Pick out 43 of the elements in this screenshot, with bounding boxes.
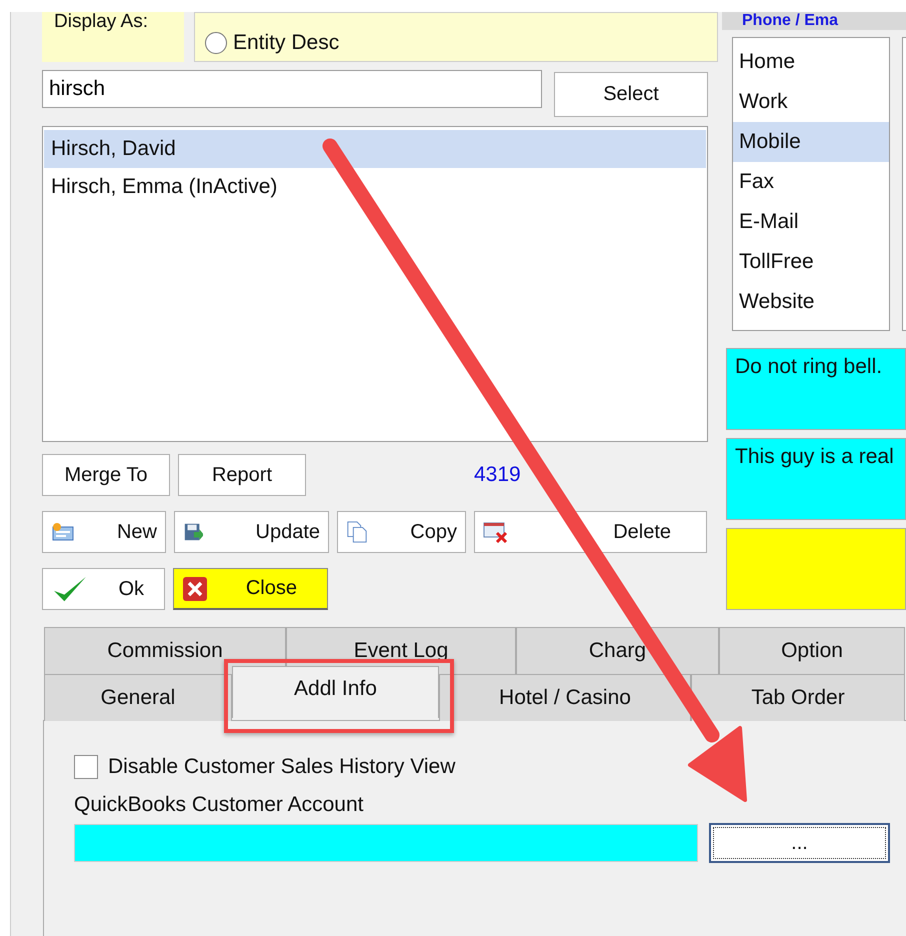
action-button[interactable]: New <box>42 511 166 553</box>
action-button[interactable]: Merge To <box>42 454 170 496</box>
list-item[interactable]: E-Mail <box>733 202 889 242</box>
note-text: This guy is a real <box>735 445 894 468</box>
select-button[interactable]: Select <box>554 72 708 117</box>
record-number: 4319 <box>474 463 521 487</box>
note-text: Do not ring bell. <box>735 355 882 378</box>
field-label: QuickBooks Customer Account <box>74 793 364 817</box>
tab[interactable]: General <box>44 674 232 721</box>
list-item[interactable]: Mobile <box>733 122 889 162</box>
list-item[interactable]: TollFree <box>733 242 889 282</box>
list-item[interactable]: Hirsch, Emma (InActive) <box>44 168 706 206</box>
browse-button[interactable]: ... <box>709 823 890 863</box>
close-icon <box>182 576 208 602</box>
tab[interactable]: Hotel / Casino <box>439 674 691 721</box>
card-icon <box>51 522 75 542</box>
action-button[interactable]: Report <box>178 454 306 496</box>
radio-label: Entity Desc <box>233 31 340 55</box>
copy-icon <box>346 520 368 544</box>
floppy-disk-icon <box>183 522 203 542</box>
checkbox[interactable] <box>74 755 98 779</box>
action-button[interactable]: Close <box>173 568 328 610</box>
list-item[interactable]: Website <box>733 282 889 322</box>
action-button[interactable]: Copy <box>337 511 466 553</box>
delete-card-icon <box>483 521 509 543</box>
radio-button[interactable] <box>205 32 227 54</box>
checkbox-label: Disable Customer Sales History View <box>108 755 456 779</box>
display-as-label: Display As: <box>42 12 184 62</box>
panel-title: Phone / Ema <box>722 12 906 30</box>
tab[interactable]: Commission <box>44 627 286 674</box>
search-field[interactable]: hirsch <box>42 70 542 108</box>
account-field[interactable] <box>74 824 698 862</box>
tab[interactable]: Addl Info <box>232 666 439 718</box>
list-item[interactable]: Fax <box>733 162 889 202</box>
list-item[interactable]: Work <box>733 82 889 122</box>
list-item[interactable]: Hirsch, David <box>44 130 706 168</box>
action-button[interactable]: Update <box>174 511 329 553</box>
action-button[interactable]: Ok <box>42 568 165 610</box>
action-button[interactable]: Delete <box>474 511 707 553</box>
list-item[interactable]: Home <box>733 42 889 82</box>
tab[interactable]: Option <box>719 627 905 674</box>
tab[interactable]: Charg <box>516 627 719 674</box>
tab[interactable]: Tab Order <box>691 674 905 721</box>
